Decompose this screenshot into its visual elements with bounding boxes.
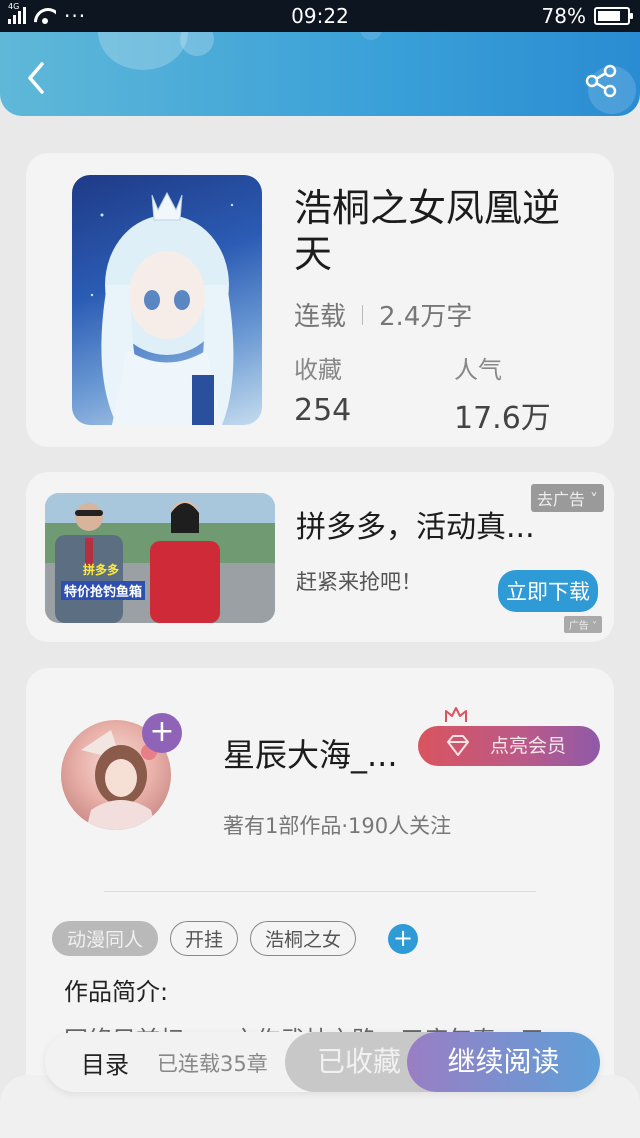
chapter-count: 已连载35章 — [157, 1052, 268, 1076]
favorites-count: 254 — [294, 393, 352, 428]
ad-badge-text: 广告 — [568, 621, 589, 632]
remove-ad-label: 去广告 — [536, 490, 585, 509]
ad-image-caption-1: 拼多多 — [83, 563, 120, 577]
share-icon — [585, 64, 617, 98]
bottom-action-bar: 目录 已连载35章 已收藏 继续阅读 — [45, 1032, 600, 1092]
chevron-down-icon: ˅ — [590, 490, 598, 509]
diamond-icon — [447, 735, 469, 756]
crown-icon — [445, 707, 467, 722]
book-cover-image[interactable] — [72, 175, 262, 425]
ad-image-caption-2: 特价抢钓鱼箱 — [61, 581, 146, 600]
serial-status: 连载 — [294, 302, 347, 332]
ad-photo — [45, 493, 275, 623]
battery-fill — [598, 11, 620, 21]
table-of-contents-button[interactable]: 目录 — [81, 1045, 129, 1080]
tag-chip[interactable]: 动漫同人 — [52, 921, 159, 956]
author-name[interactable]: 星辰大海_... — [223, 730, 398, 776]
book-info-card: 浩桐之女凤凰逆天 连载 2.4万字 收藏 人气 254 17.6万 — [26, 153, 614, 447]
ad-image[interactable]: 拼多多 特价抢钓鱼箱 — [45, 493, 275, 623]
battery-icon — [594, 7, 633, 25]
header-bubble — [180, 32, 214, 56]
header-bubble — [360, 32, 382, 40]
ad-card[interactable]: 拼多多 特价抢钓鱼箱 拼多多，活动真... 赶紧来抢吧！ 去广告 ˅ 立即下载 … — [26, 472, 614, 642]
chevron-left-icon — [28, 62, 44, 94]
book-title: 浩桐之女凤凰逆天 — [294, 186, 561, 276]
activate-vip-button[interactable]: 点亮会员 — [418, 726, 600, 766]
cover-illustration — [90, 191, 234, 425]
follow-author-button[interactable]: + — [142, 713, 182, 753]
popularity-count: 17.6万 — [454, 401, 551, 436]
book-meta: 连载 2.4万字 — [294, 296, 472, 333]
chevron-down-icon: ˅ — [592, 621, 597, 632]
ad-badge: 广告 ˅ — [563, 616, 602, 633]
vip-label: 点亮会员 — [490, 735, 567, 757]
tag-chip[interactable]: 浩桐之女 — [250, 921, 357, 956]
header-bubble — [98, 32, 188, 70]
status-bar-right: 78% — [541, 4, 633, 28]
app-header — [0, 32, 640, 116]
meta-divider — [362, 304, 364, 325]
author-stats: 著有1部作品·190人关注 — [223, 814, 452, 838]
share-button[interactable] — [584, 64, 618, 98]
ad-subtitle: 赶紧来抢吧！ — [296, 570, 422, 594]
battery-percent: 78% — [541, 4, 586, 28]
divider — [104, 891, 536, 892]
popularity-label: 人气 — [454, 356, 502, 384]
tag-list: 动漫同人 开挂 浩桐之女 + — [52, 921, 419, 956]
download-button[interactable]: 立即下载 — [498, 570, 598, 612]
status-bar: 4G ··· 09:22 78% — [0, 0, 640, 32]
ad-title[interactable]: 拼多多，活动真... — [296, 502, 535, 546]
intro-heading: 作品简介: — [64, 978, 169, 1006]
word-count: 2.4万字 — [379, 302, 473, 332]
add-tag-button[interactable]: + — [388, 923, 419, 954]
back-button[interactable] — [22, 60, 52, 96]
remove-ad-button[interactable]: 去广告 ˅ — [530, 484, 604, 512]
continue-reading-button[interactable]: 继续阅读 — [407, 1032, 600, 1092]
tag-chip[interactable]: 开挂 — [170, 921, 239, 956]
favorites-label: 收藏 — [294, 356, 342, 384]
